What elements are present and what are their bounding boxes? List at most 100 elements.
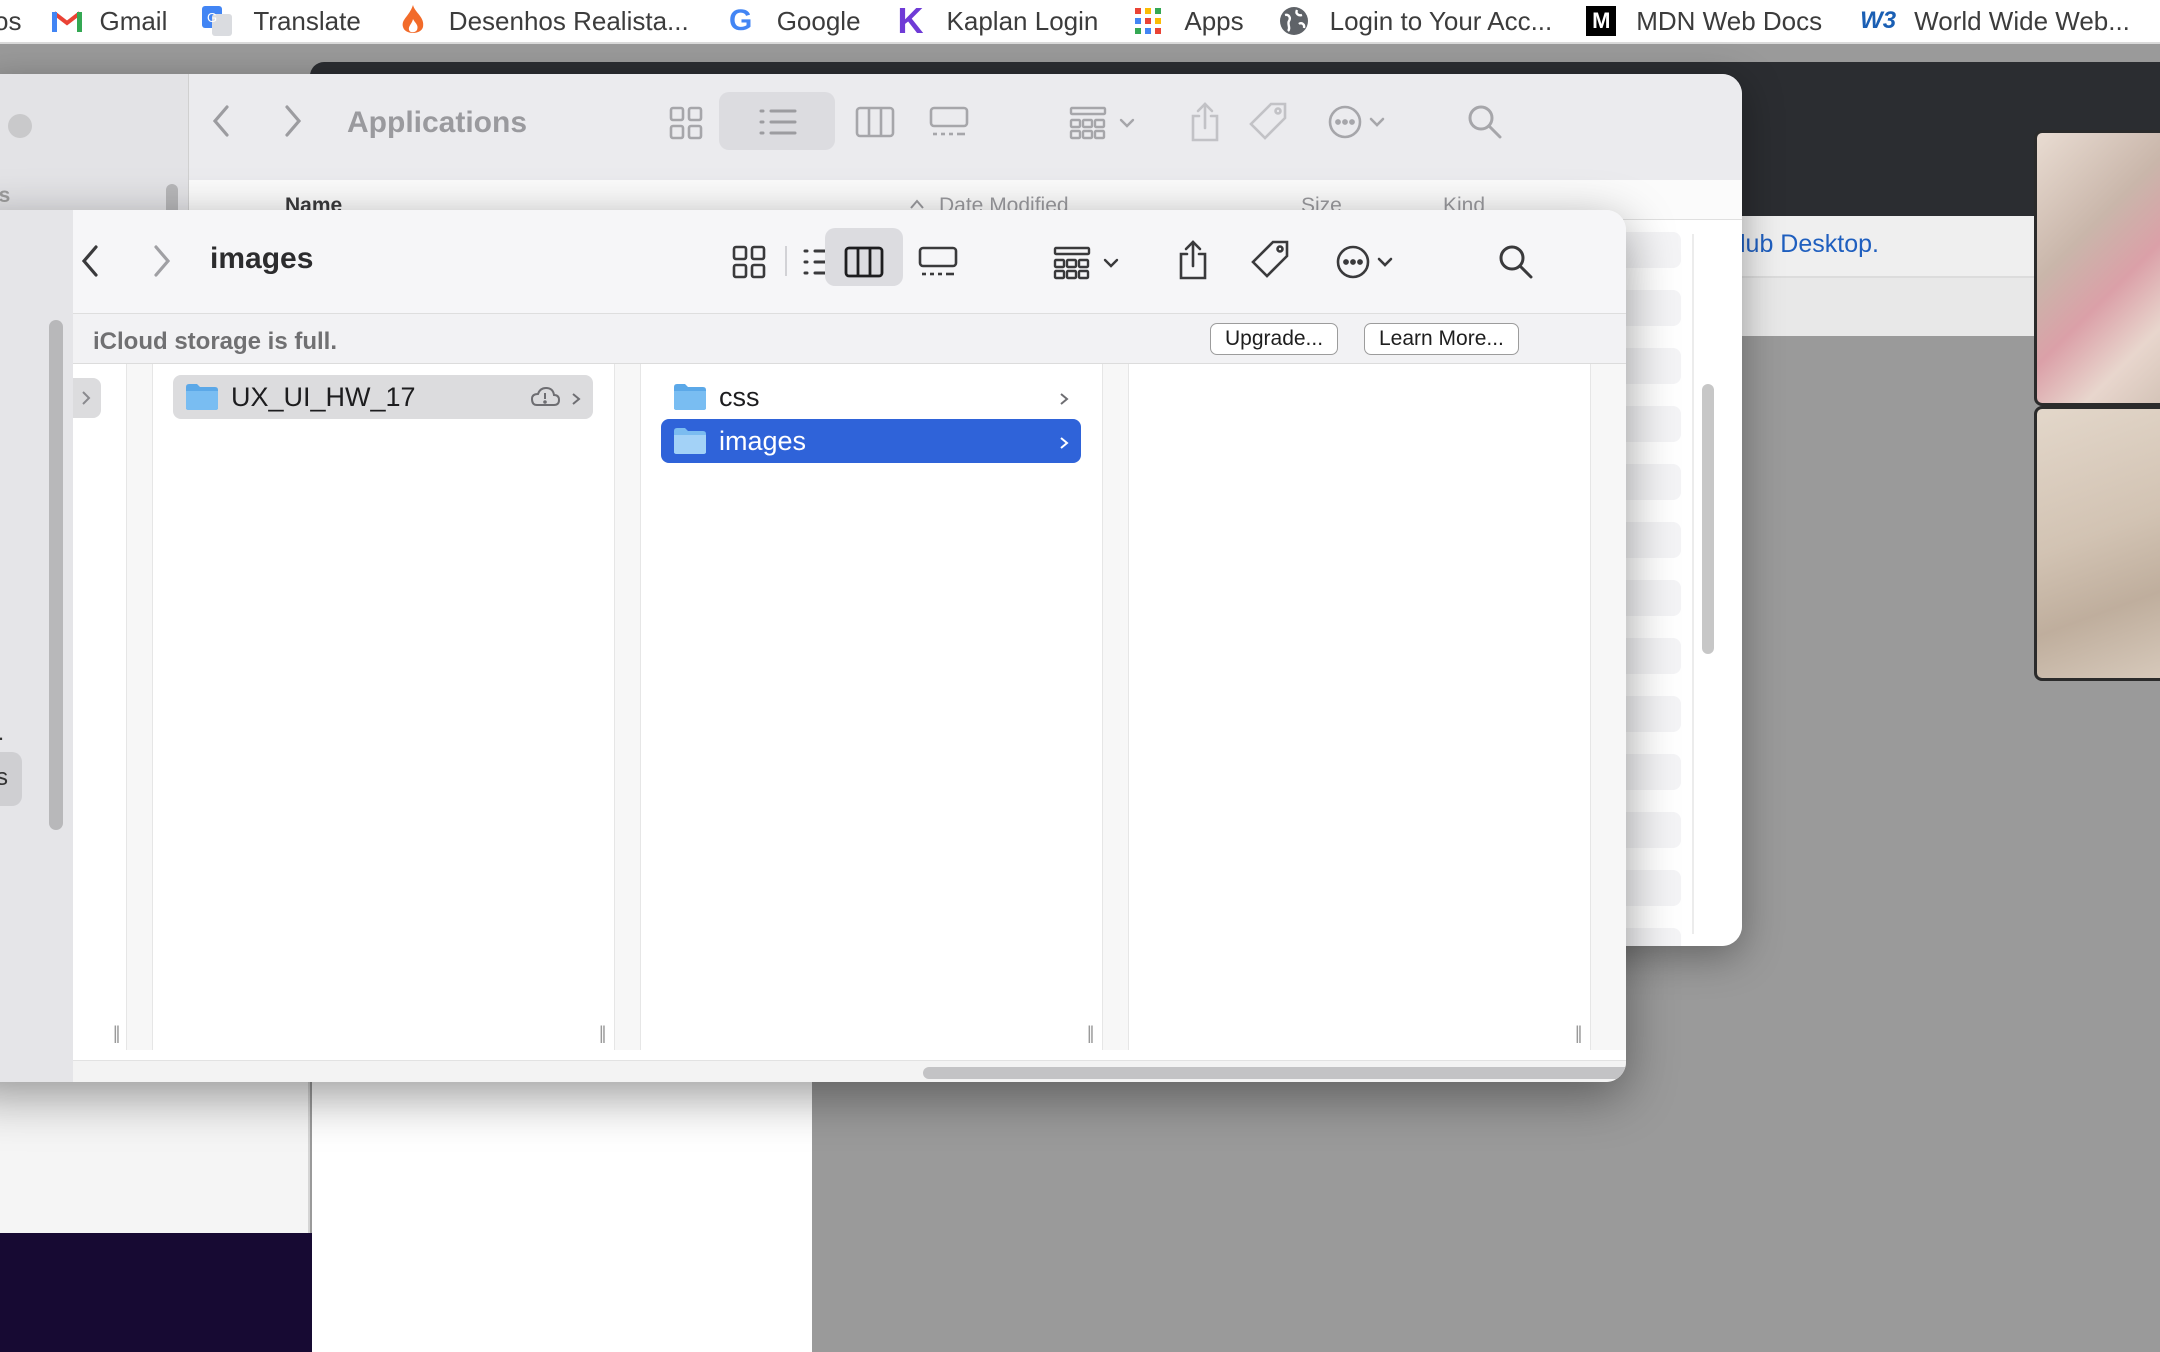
w3c-icon: W3 (1860, 7, 1897, 34)
list-scrollbar-track (1692, 234, 1694, 934)
column-gutter (615, 364, 641, 1050)
group-by-icon[interactable] (1053, 246, 1125, 280)
list-view-icon[interactable] (759, 108, 797, 136)
background-purple-panel (0, 1233, 312, 1352)
search-icon[interactable] (1498, 244, 1534, 280)
tag-icon[interactable] (1251, 240, 1291, 280)
flame-icon (397, 5, 429, 37)
more-actions-icon[interactable] (1327, 104, 1391, 140)
forward-icon[interactable] (151, 244, 173, 278)
background-white-pane (312, 1078, 812, 1352)
bookmark-label: Login to Your Acc... (1329, 5, 1553, 36)
share-icon[interactable] (1189, 102, 1221, 142)
bookmark-apps[interactable]: Apps (1132, 0, 1244, 42)
bookmark-login[interactable]: Login to Your Acc... (1278, 0, 1553, 42)
column-resize-handle[interactable]: || (1087, 1023, 1095, 1044)
column-resize-handle[interactable]: || (1575, 1023, 1583, 1044)
back-icon[interactable] (79, 244, 101, 278)
icloud-alert-icon (529, 384, 561, 415)
column-resize-handle[interactable]: || (599, 1023, 607, 1044)
bookmark-mdn[interactable]: M MDN Web Docs (1586, 0, 1823, 42)
google-translate-icon: G (201, 5, 233, 37)
kaplan-icon: K (897, 0, 924, 41)
folder-name: images (719, 425, 807, 456)
horizontal-scrollbar[interactable] (923, 1067, 1626, 1079)
window-title: images (210, 242, 314, 275)
google-icon: G (729, 4, 753, 37)
search-icon[interactable] (1467, 104, 1503, 140)
upgrade-button[interactable]: Upgrade... (1210, 323, 1339, 355)
share-icon[interactable] (1177, 240, 1209, 280)
sidebar-item-label: s (0, 764, 8, 791)
bookmark-label: MDN Web Docs (1636, 5, 1823, 36)
bookmark-desenhos[interactable]: Desenhos Realista... (397, 0, 689, 42)
bookmark-label: Google (776, 5, 861, 36)
folder-row-ux-ui-hw-17[interactable]: UX_UI_HW_17 (173, 375, 593, 419)
chevron-right-icon (571, 385, 581, 416)
column-gutter (127, 364, 153, 1050)
browser-column-3: || (1129, 364, 1591, 1050)
finder-toolbar: images (73, 210, 1626, 314)
browser-column-partial: || (73, 364, 127, 1050)
folder-icon (186, 384, 218, 410)
icloud-banner-text: iCloud storage is full. (93, 328, 338, 355)
bookmark-gmail[interactable]: Gmail (51, 0, 168, 42)
forward-icon[interactable] (282, 104, 304, 138)
gallery-view-icon[interactable] (929, 106, 969, 138)
bookmark-label: Gmail (99, 5, 168, 36)
finder-sidebar: . s (0, 210, 73, 1082)
learn-more-button[interactable]: Learn More... (1364, 323, 1519, 355)
finder-window-images: . s images (0, 210, 1626, 1082)
bookmark-kaplan[interactable]: K Kaplan Login (895, 0, 1099, 42)
toolbar-separator (785, 246, 787, 276)
bookmarks-bar: os Gmail G Translate Desenhos Realista..… (0, 0, 2160, 44)
more-actions-icon[interactable] (1335, 244, 1399, 280)
sidebar-section-label: tes (0, 184, 11, 207)
background-left-panel (0, 1078, 310, 1233)
horizontal-scrollbar-track (73, 1060, 1626, 1082)
icon-view-icon[interactable] (669, 106, 703, 140)
bookmark-label: World Wide Web... (1914, 5, 2130, 36)
gallery-view-icon[interactable] (918, 246, 958, 278)
mdn-icon: M (1586, 6, 1617, 36)
browser-column-2: css images || (641, 364, 1103, 1050)
list-scrollbar[interactable] (1702, 384, 1714, 654)
bookmark-partial[interactable]: os (0, 0, 22, 42)
column-resize-handle[interactable]: || (113, 1023, 121, 1044)
sidebar-partial-text: . (0, 720, 4, 746)
window-title: Applications (347, 106, 528, 139)
column-gutter (1103, 364, 1129, 1050)
folder-row-images[interactable]: images (661, 419, 1081, 463)
sidebar-item-selected[interactable]: s (0, 752, 22, 806)
chevron-right-icon (1059, 429, 1069, 460)
group-by-icon[interactable] (1069, 106, 1141, 140)
folder-icon (674, 384, 706, 410)
folder-name: UX_UI_HW_17 (231, 381, 416, 412)
bookmark-w3c[interactable]: W3 World Wide Web... (1860, 0, 2130, 42)
column-gutter (1591, 364, 1626, 1050)
window-zoom-button[interactable] (8, 114, 32, 138)
column-view-icon[interactable] (855, 106, 895, 138)
globe-icon (1278, 5, 1310, 37)
bookmark-google[interactable]: G Google (725, 0, 861, 42)
column-view-icon[interactable] (844, 246, 884, 278)
folder-name: css (719, 381, 760, 412)
folder-icon (674, 428, 706, 454)
folder-row-css[interactable]: css (661, 375, 1081, 419)
bookmark-label: Desenhos Realista... (448, 5, 689, 36)
tag-icon[interactable] (1249, 102, 1289, 142)
sidebar-scrollbar[interactable] (49, 320, 63, 830)
icon-view-icon[interactable] (732, 245, 766, 279)
bookmark-label: os (0, 5, 22, 36)
bookmark-translate[interactable]: G Translate (201, 0, 361, 42)
video-thumbnail[interactable] (2034, 406, 2160, 681)
github-desktop-link[interactable]: lub Desktop. (1740, 230, 1879, 259)
bookmark-label: Translate (253, 5, 361, 36)
icloud-storage-banner: iCloud storage is full. Upgrade... Learn… (73, 314, 1626, 364)
column-browser: || UX_UI_HW_17 || css images || || (73, 364, 1626, 1060)
back-icon[interactable] (210, 104, 232, 138)
bookmark-label: Apps (1184, 5, 1244, 36)
chevron-right-icon (81, 390, 91, 411)
video-thumbnail[interactable] (2034, 130, 2160, 406)
partial-row-selected[interactable] (73, 378, 101, 418)
